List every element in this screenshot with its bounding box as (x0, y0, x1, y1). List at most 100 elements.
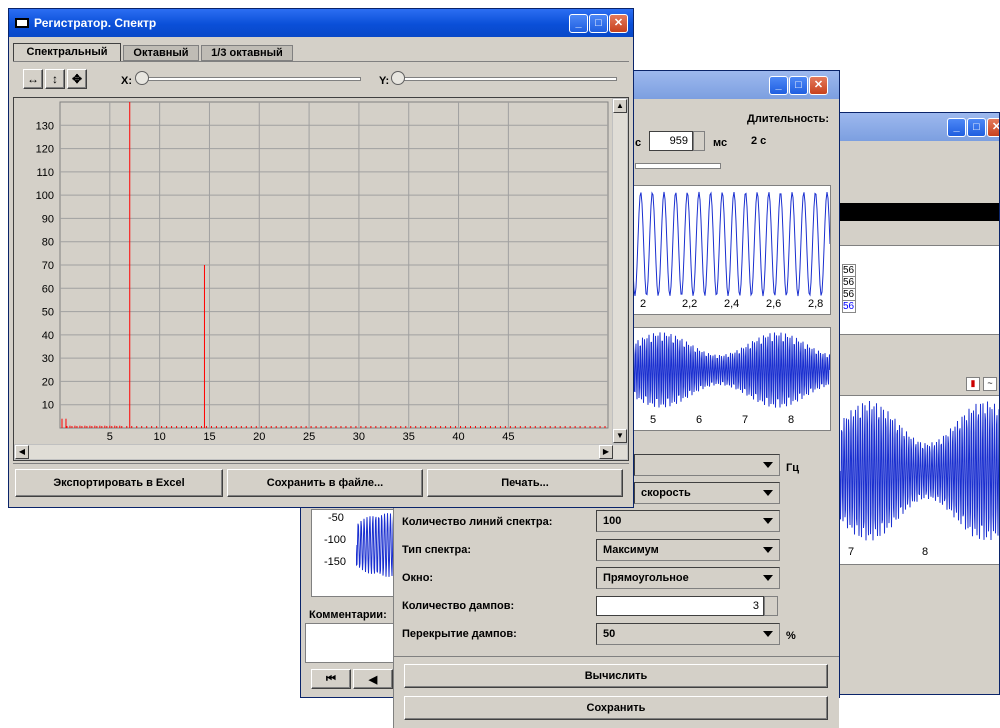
tick-label: 2,2 (682, 298, 698, 310)
tick-label: 5 (650, 414, 657, 426)
save-button[interactable]: Сохранить (404, 696, 828, 720)
percent-label: % (786, 630, 796, 642)
zoom-xy-button[interactable]: ✥ (67, 69, 87, 89)
frequency-dropdown[interactable] (634, 454, 780, 476)
window-title: Регистратор. Спектр (34, 16, 157, 30)
spectrum-titlebar: Регистратор. Спектр (9, 9, 633, 37)
dumps-count-stepper[interactable] (764, 596, 778, 616)
x-tick-label: 10 (154, 431, 166, 442)
maximize-button[interactable]: □ (967, 118, 986, 137)
waveform-line (840, 400, 999, 541)
y-tick-label: 10 (42, 400, 54, 412)
tick-label: 2 (640, 298, 647, 310)
calculate-button[interactable]: Вычислить (404, 664, 828, 688)
y-tick-label: 90 (42, 213, 54, 225)
x-slider-thumb[interactable] (135, 71, 149, 85)
y-tick-label: 70 (42, 260, 54, 272)
chart-icon[interactable]: ▮ (966, 377, 980, 391)
maximize-button[interactable]: □ (789, 76, 808, 95)
waveform-line (632, 191, 830, 297)
tab-underline (13, 61, 629, 62)
export-excel-button[interactable]: Экспортировать в Excel (15, 469, 223, 497)
chart-container: 10 20 30 40 50 60 70 80 90 100 110 120 130 5 10 15 20 25 3… (13, 97, 629, 461)
table-cell: 56 (842, 300, 856, 313)
x-slider[interactable] (135, 71, 363, 93)
y-tick-label: 20 (42, 376, 54, 388)
app-icon (15, 18, 29, 28)
x-tick-label: 30 (353, 431, 365, 442)
spectrum-chart: 10 20 30 40 50 60 70 80 90 100 110 120 130 5 10 15 20 25 3… (36, 101, 609, 442)
y-tick-label: 30 (42, 353, 54, 365)
ms-prefix: с (635, 137, 642, 149)
tick-label: 2,8 (808, 298, 824, 310)
waveform-panel: 2 2,2 2,4 2,6 2,8 (631, 185, 831, 315)
black-bar (839, 203, 999, 221)
axis-label: -50 (328, 512, 344, 524)
x-slider-label: X: (121, 75, 132, 87)
window-label: Окно: (402, 572, 434, 584)
comments-field[interactable] (305, 623, 399, 663)
zoom-x-button[interactable]: ↔ (23, 69, 43, 89)
tab-spectral[interactable]: Спектральный (13, 43, 121, 61)
wave-icon[interactable]: ~ (983, 377, 997, 391)
close-button[interactable]: ✕ (609, 14, 628, 33)
comments-label: Комментарии: (309, 609, 387, 621)
duration-value: 2 с (751, 135, 767, 147)
tick-label: 2,4 (724, 298, 740, 310)
x-tick-label: 15 (203, 431, 215, 442)
minimize-button[interactable]: _ (569, 14, 588, 33)
tick-label: 8 (922, 546, 929, 558)
y-tick-label: 110 (36, 167, 54, 179)
divider (394, 656, 839, 657)
axis-label: -150 (324, 556, 347, 568)
tab-third-octave[interactable]: 1/3 октавный (201, 45, 293, 61)
prev-button[interactable]: ◀ (353, 669, 393, 689)
ms-stepper[interactable] (693, 131, 705, 151)
dumps-count-label: Количество дампов: (402, 600, 515, 612)
spectrum-window: Регистратор. Спектр _ □ ✕ Спектральный О… (8, 8, 634, 508)
y-slider[interactable] (391, 71, 619, 93)
y-tick-label: 40 (42, 330, 54, 342)
window-dropdown[interactable]: Прямоугольное (596, 567, 780, 589)
overview-panel: 5 6 7 8 (631, 327, 831, 431)
maximize-button[interactable]: □ (589, 14, 608, 33)
horizontal-scrollbar[interactable]: ◀ ▶ (14, 444, 628, 460)
spectrum-type-dropdown[interactable]: Максимум (596, 539, 780, 561)
waveform-panel-right: 7 8 (839, 395, 999, 565)
y-tick-label: 100 (36, 190, 54, 202)
x-tick-label: 5 (107, 431, 113, 442)
table-panel: 56 56 56 56 (839, 245, 999, 335)
dumps-overlap-dropdown[interactable]: 50 (596, 623, 780, 645)
tick-label: 8 (788, 414, 795, 426)
spectrum-lines-dropdown[interactable]: 100 (596, 510, 780, 532)
first-button[interactable]: ⏮ (311, 669, 351, 689)
minimize-button[interactable]: _ (769, 76, 788, 95)
left-waveform-panel: -50 -100 -150 (311, 509, 444, 597)
axis-label: -100 (324, 534, 347, 546)
vertical-scrollbar[interactable]: ▲ ▼ (612, 98, 628, 444)
quantity-dropdown[interactable]: скорость (634, 482, 780, 504)
x-tick-label: 25 (303, 431, 315, 442)
y-tick-label: 120 (36, 144, 54, 156)
close-button[interactable]: ✕ (809, 76, 828, 95)
dumps-count-input[interactable]: 3 (596, 596, 764, 616)
zoom-y-button[interactable]: ↕ (45, 69, 65, 89)
frequency-unit: Гц (786, 462, 799, 474)
button-divider (13, 463, 629, 464)
print-button[interactable]: Печать... (427, 469, 623, 497)
back-window-right: _ □ ✕ 56 56 56 56 ▮ ~ 7 8 (838, 112, 1000, 695)
save-file-button[interactable]: Сохранить в файле... (227, 469, 423, 497)
y-slider-thumb[interactable] (391, 71, 405, 85)
spectrum-lines-label: Количество линий спектра: (402, 516, 553, 528)
minimize-button[interactable]: _ (947, 118, 966, 137)
duration-label: Длительность: (747, 113, 829, 125)
ms-unit: мс (713, 137, 728, 149)
dumps-overlap-label: Перекрытие дампов: (402, 628, 517, 640)
ms-input[interactable]: 959 (649, 131, 693, 151)
close-button[interactable]: ✕ (987, 118, 999, 137)
tab-octave[interactable]: Октавный (123, 45, 199, 61)
waveform-line (632, 332, 830, 408)
tick-label: 2,6 (766, 298, 782, 310)
y-tick-label: 80 (42, 237, 54, 249)
tick-label: 7 (848, 546, 855, 558)
